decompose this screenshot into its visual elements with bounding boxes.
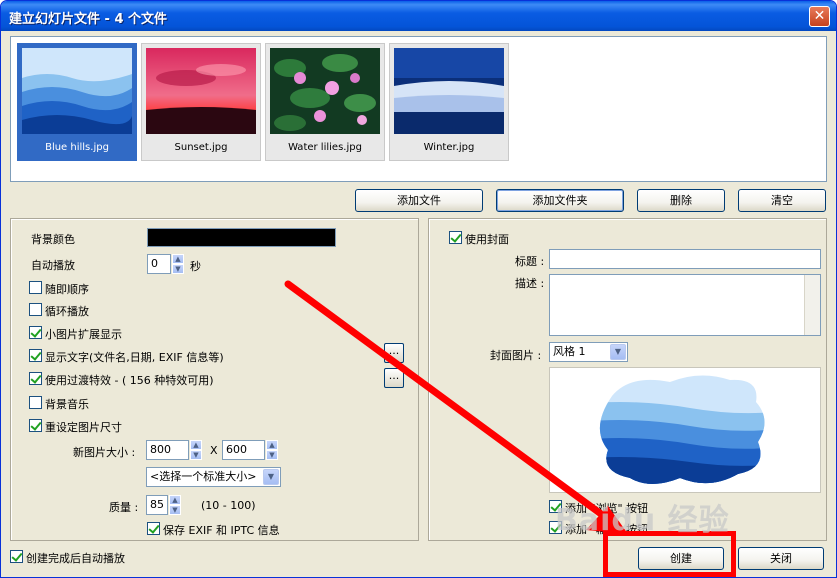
watermark-text: Baidu 经验	[555, 503, 730, 538]
annotation-arrow	[284, 280, 628, 534]
